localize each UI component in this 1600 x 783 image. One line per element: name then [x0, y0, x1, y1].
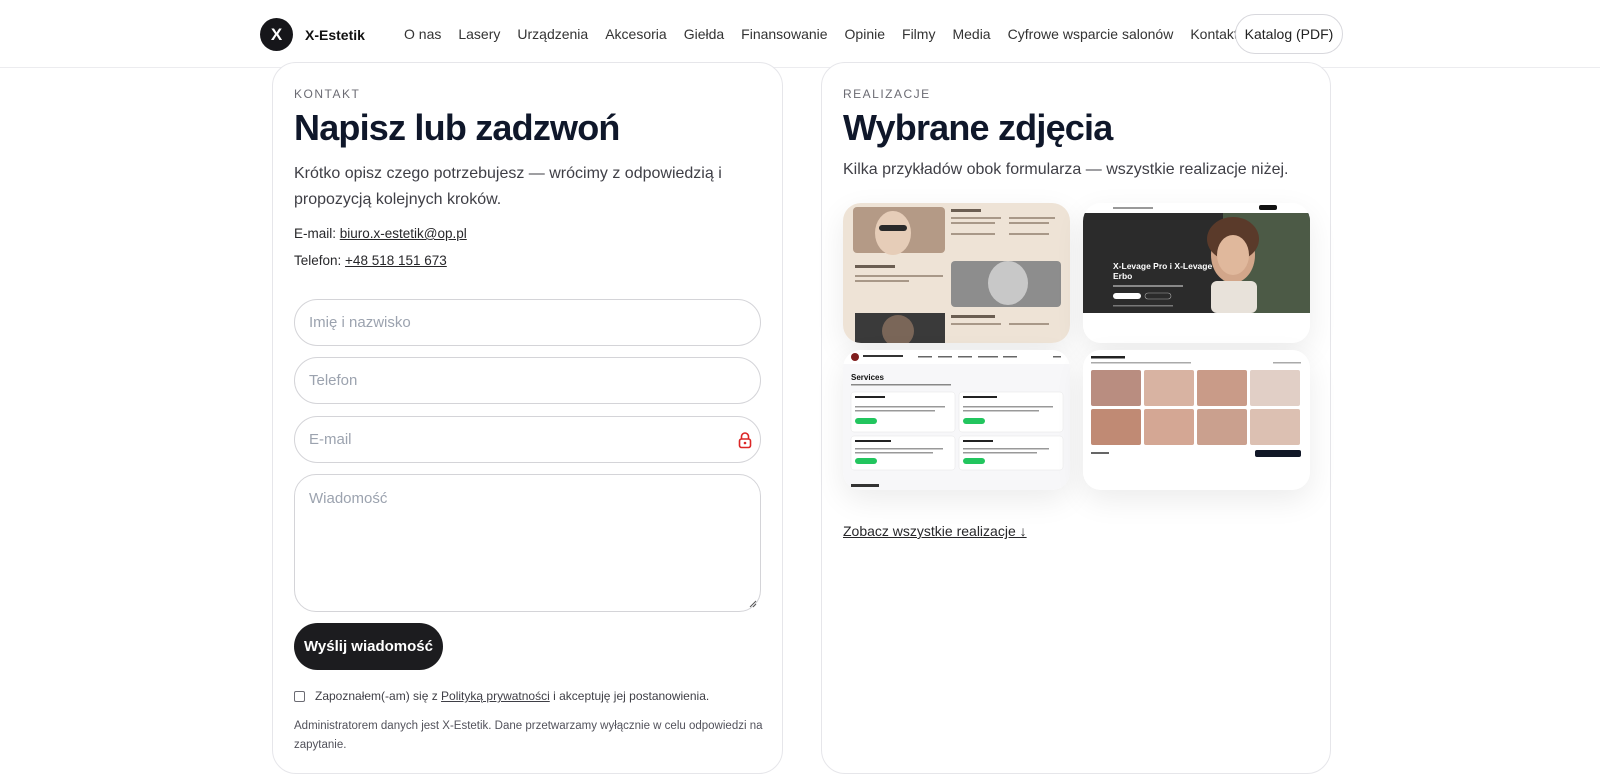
photo-grid-image: [1083, 350, 1310, 490]
gallery-thumb-services-page[interactable]: Services: [843, 350, 1070, 490]
catalog-pdf-button[interactable]: Katalog (PDF): [1235, 14, 1343, 54]
see-all-realizations-link[interactable]: Zobacz wszystkie realizacje ↓: [843, 523, 1027, 539]
gallery-thumb-beauty-page[interactable]: [843, 203, 1070, 343]
nav-item-media[interactable]: Media: [952, 26, 990, 42]
nav-item-opinie[interactable]: Opinie: [845, 26, 885, 42]
message-placeholder: Wiadomość: [309, 490, 388, 507]
phone-link[interactable]: +48 518 151 673: [345, 253, 447, 268]
nav-item-urzadzenia[interactable]: Urządzenia: [517, 26, 588, 42]
beauty-page-image: [843, 203, 1070, 343]
email-input[interactable]: E-mail: [294, 416, 761, 463]
privacy-policy-link[interactable]: Polityką prywatności: [441, 689, 550, 703]
brand-name: X-Estetik: [305, 26, 365, 43]
gallery-card: REALIZACJE Wybrane zdjęcia Kilka przykła…: [821, 62, 1331, 774]
contact-title: Napisz lub zadzwoń: [294, 107, 620, 148]
xlevage-page-image: X-Levage Pro i X-Levage Erbo: [1083, 203, 1310, 343]
nav-item-kontakt[interactable]: Kontakt: [1190, 26, 1237, 42]
gallery-description: Kilka przykładów obok formularza — wszys…: [843, 161, 1289, 178]
name-input[interactable]: Imię i nazwisko: [294, 299, 761, 346]
password-manager-lock-icon[interactable]: [738, 431, 752, 449]
services-page-image: Services: [843, 350, 1070, 490]
phone-line: Telefon: +48 518 151 673: [294, 253, 447, 268]
nav-item-filmy[interactable]: Filmy: [902, 26, 935, 42]
xlevage-heading-line1: X-Levage Pro i X-Levage: [1113, 261, 1212, 271]
site-header: X X-Estetik O nas Lasery Urządzenia Akce…: [0, 0, 1600, 68]
phone-input[interactable]: Telefon: [294, 357, 761, 404]
email-label: E-mail:: [294, 226, 340, 241]
data-administrator-note: Administratorem danych jest X-Estetik. D…: [294, 720, 763, 751]
email-link[interactable]: biuro.x-estetik@op.pl: [340, 226, 467, 241]
email-line: E-mail: biuro.x-estetik@op.pl: [294, 226, 467, 241]
phone-label: Telefon:: [294, 253, 346, 268]
nav-item-akcesoria[interactable]: Akcesoria: [605, 26, 666, 42]
message-textarea[interactable]: Wiadomość: [294, 474, 761, 612]
nav-item-cyfrowe-wsparcie[interactable]: Cyfrowe wsparcie salonów: [1008, 26, 1174, 42]
phone-placeholder: Telefon: [309, 372, 358, 389]
consent-text-post: i akceptuję jej postanowienia.: [549, 689, 710, 703]
resize-handle-icon[interactable]: [749, 600, 757, 608]
gallery-title: Wybrane zdjęcia: [843, 107, 1113, 148]
gallery-thumb-photo-grid[interactable]: [1083, 350, 1310, 490]
services-heading: Services: [851, 373, 884, 382]
contact-lead: Krótko opisz czego potrzebujesz — wrócim…: [294, 165, 722, 208]
gallery-thumb-xlevage-page[interactable]: X-Levage Pro i X-Levage Erbo: [1083, 203, 1310, 343]
nav-item-lasery[interactable]: Lasery: [458, 26, 500, 42]
privacy-consent: Zapoznałem(-am) się z Polityką prywatnoś…: [294, 689, 709, 703]
privacy-consent-checkbox[interactable]: [294, 690, 305, 702]
main-nav: O nas Lasery Urządzenia Akcesoria Giełda…: [404, 0, 1255, 68]
nav-item-o-nas[interactable]: O nas: [404, 26, 441, 42]
contact-eyebrow: KONTAKT: [294, 87, 361, 101]
nav-item-finansowanie[interactable]: Finansowanie: [741, 26, 827, 42]
contact-card: KONTAKT Napisz lub zadzwoń Krótko opisz …: [272, 62, 783, 774]
nav-item-gielda[interactable]: Giełda: [684, 26, 724, 42]
send-message-button[interactable]: Wyślij wiadomość: [294, 623, 443, 670]
consent-text-pre: Zapoznałem(-am) się z: [315, 689, 442, 703]
consent-text: Zapoznałem(-am) się z Polityką prywatnoś…: [315, 689, 709, 703]
brand-logo[interactable]: X X-Estetik: [260, 18, 365, 51]
gallery-eyebrow: REALIZACJE: [843, 87, 931, 101]
name-placeholder: Imię i nazwisko: [309, 314, 411, 331]
logo-badge: X: [260, 18, 293, 51]
email-placeholder: E-mail: [309, 431, 352, 448]
xlevage-heading-line2: Erbo: [1113, 271, 1132, 281]
